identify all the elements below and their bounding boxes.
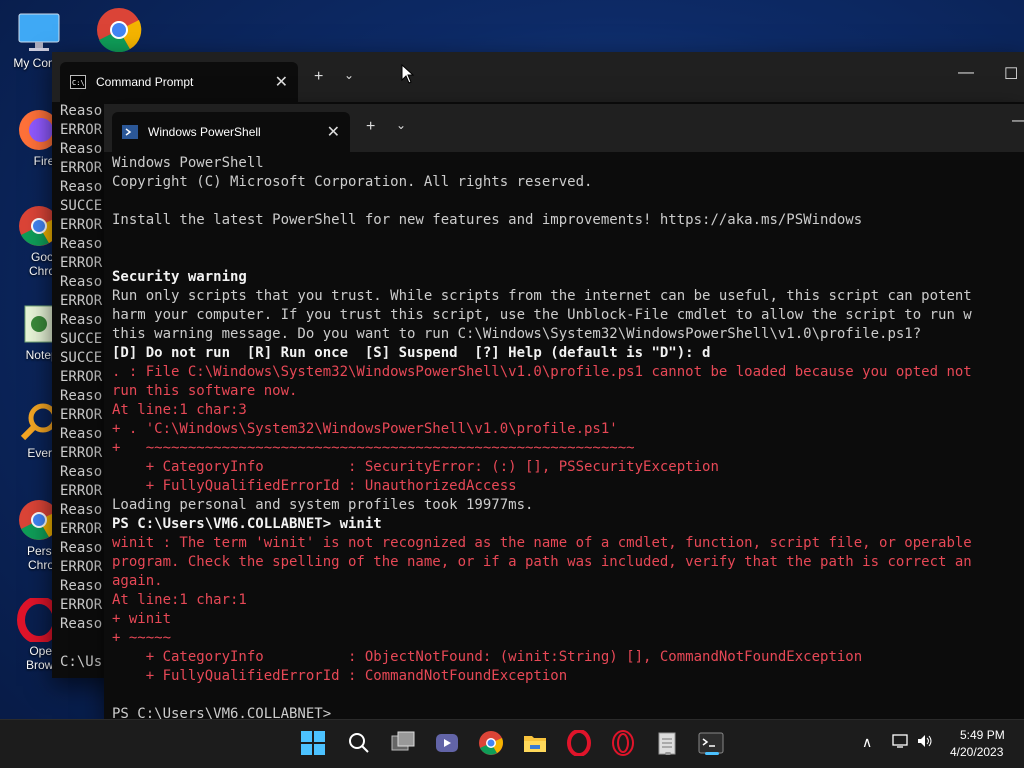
notepad-taskbar-button[interactable] — [654, 730, 682, 758]
close-tab-icon[interactable]: ✕ — [275, 72, 288, 92]
console-line: PS C:\Users\VM6.COLLABNET> winit — [112, 516, 382, 532]
tab-label: Command Prompt — [96, 75, 194, 89]
close-tab-icon[interactable]: ✕ — [327, 122, 340, 142]
desktop-icon-chrome-shortcut[interactable] — [72, 6, 162, 53]
opera-gx-icon — [612, 730, 634, 756]
svg-text:C:\: C:\ — [72, 79, 85, 87]
taskbar: ∧ 5:49 PM 4/20/2023 — [0, 719, 1024, 768]
maximize-button[interactable]: ☐ — [1004, 64, 1018, 84]
running-indicator — [705, 752, 719, 755]
console-line: At line:1 char:1 — [112, 592, 247, 608]
running-indicator — [665, 752, 671, 755]
console-line: PS C:\Users\VM6.COLLABNET> — [112, 706, 332, 720]
console-line: Run only scripts that you trust. While s… — [112, 288, 972, 304]
console-line: harm your computer. If you trust this sc… — [112, 307, 972, 323]
console-line: [D] Do not run [R] Run once [S] Suspend … — [112, 345, 711, 361]
folder-icon — [524, 736, 546, 752]
volume-icon[interactable] — [916, 733, 934, 752]
minimize-button[interactable]: — — [1012, 112, 1024, 130]
task-view-icon — [391, 731, 415, 751]
console-line: Loading personal and system profiles too… — [112, 497, 534, 513]
clock-date[interactable]: 4/20/2023 — [950, 745, 1003, 759]
console-line: + ~~~~~~~~~~~~~~~~~~~~~~~~~~~~~~~~~~~~~~… — [112, 440, 635, 456]
new-tab-button[interactable]: + — [366, 118, 375, 136]
console-line: Windows PowerShell — [112, 155, 264, 171]
task-view-button[interactable] — [390, 730, 418, 758]
powershell-console-output[interactable]: Windows PowerShell Copyright (C) Microsof… — [112, 154, 1024, 720]
new-tab-button[interactable]: + — [314, 68, 323, 86]
start-button[interactable] — [300, 730, 328, 758]
console-line: + FullyQualifiedErrorId : CommandNotFoun… — [112, 668, 568, 684]
teams-chat-button[interactable] — [434, 730, 462, 758]
powershell-window[interactable]: Windows PowerShell ✕ + ⌄ — Windows Power… — [104, 104, 1024, 720]
file-explorer-button[interactable] — [522, 730, 550, 758]
console-line: program. Check the spelling of the name,… — [112, 554, 972, 570]
chrome-taskbar-button[interactable] — [478, 730, 506, 758]
console-line: this warning message. Do you want to run… — [112, 326, 922, 342]
opera-gx-taskbar-button[interactable] — [610, 730, 638, 758]
powershell-icon — [122, 124, 138, 140]
console-line: + winit — [112, 611, 172, 627]
console-line: + ~~~~~ — [112, 630, 172, 646]
clock-time[interactable]: 5:49 PM — [960, 728, 1005, 742]
tab-windows-powershell[interactable]: Windows PowerShell ✕ — [112, 112, 350, 152]
console-line: + FullyQualifiedErrorId : UnauthorizedAc… — [112, 478, 517, 494]
tab-command-prompt[interactable]: C:\ Command Prompt ✕ — [60, 62, 298, 102]
mouse-cursor-icon — [401, 64, 415, 84]
chevron-down-icon[interactable]: ⌄ — [344, 68, 354, 82]
console-line: + CategoryInfo : SecurityError: (:) [], … — [112, 459, 719, 475]
search-button[interactable] — [346, 730, 374, 758]
console-line: . : File C:\Windows\System32\WindowsPowe… — [112, 364, 972, 380]
opera-taskbar-button[interactable] — [566, 729, 594, 758]
console-line: + CategoryInfo : ObjectNotFound: (winit:… — [112, 649, 863, 665]
console-line: Copyright (C) Microsoft Corporation. All… — [112, 174, 593, 190]
chevron-down-icon[interactable]: ⌄ — [396, 118, 406, 132]
terminal-taskbar-button[interactable] — [698, 730, 726, 758]
console-line: Security warning — [112, 269, 247, 285]
monitor-icon — [17, 10, 61, 54]
chrome-icon — [95, 6, 142, 53]
title-bar[interactable]: C:\ Command Prompt ✕ + ⌄ — ☐ — [52, 52, 1024, 102]
console-line: winit : The term 'winit' is not recogniz… — [112, 535, 972, 551]
console-line: again. — [112, 573, 163, 589]
opera-icon — [567, 729, 591, 757]
minimize-button[interactable]: — — [958, 64, 974, 82]
tab-label: Windows PowerShell — [148, 125, 261, 139]
cmd-icon: C:\ — [70, 74, 86, 90]
console-line: At line:1 char:3 — [112, 402, 247, 418]
chrome-icon — [479, 731, 503, 755]
network-icon[interactable] — [892, 733, 910, 752]
teams-icon — [436, 734, 458, 752]
windows-logo-icon — [301, 731, 325, 755]
console-line: Install the latest PowerShell for new fe… — [112, 212, 863, 228]
console-line: run this software now. — [112, 383, 298, 399]
console-line: + . 'C:\Windows\System32\WindowsPowerShe… — [112, 421, 618, 437]
search-icon — [349, 733, 369, 753]
title-bar[interactable]: Windows PowerShell ✕ + ⌄ — — [104, 104, 1024, 152]
show-hidden-icons-chevron-up-icon[interactable]: ∧ — [862, 734, 872, 751]
